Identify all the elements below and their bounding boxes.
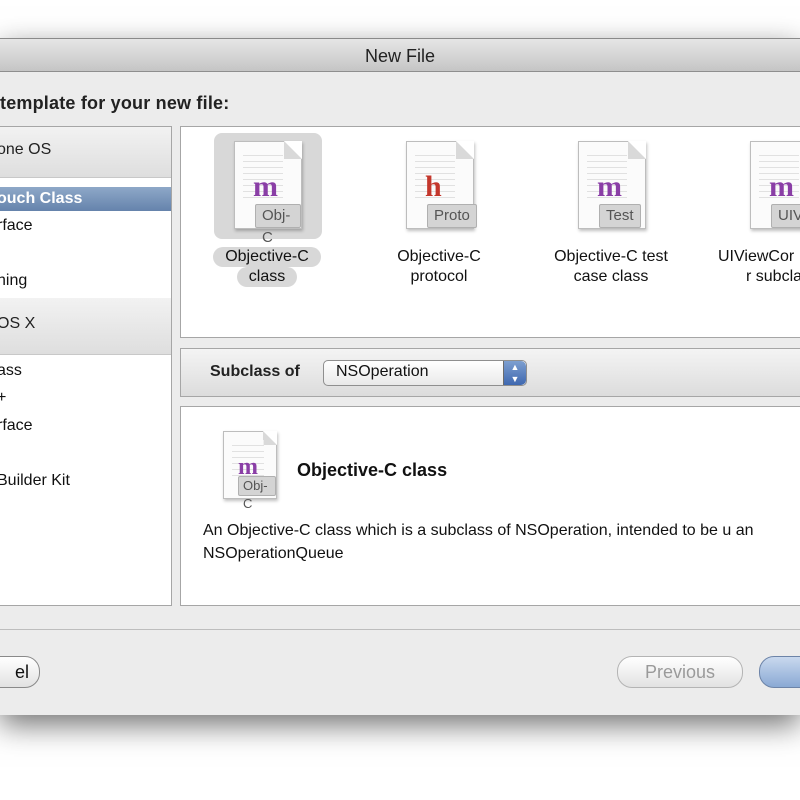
template-objective-c-test-case-class[interactable]: m Test Objective-C test case class: [536, 127, 686, 327]
subclass-popup-button[interactable]: NSOperation ▲ ▼: [323, 360, 527, 386]
sidebar-item-cocoa-class[interactable]: ass: [0, 359, 171, 383]
next-button[interactable]: [759, 656, 800, 688]
sidebar-section-mac-os-x: OS X: [0, 298, 171, 355]
description-text: An Objective-C class which is a subclass…: [203, 522, 754, 562]
sidebar-item-interface-builder-kit[interactable]: Builder Kit: [0, 469, 171, 493]
popup-arrows-icon: ▲ ▼: [503, 361, 526, 385]
divider: [0, 629, 800, 630]
sidebar-item-cocoa-touch-class[interactable]: ouch Class: [0, 187, 171, 211]
template-objective-c-class[interactable]: m Obj-C Objective-C class: [192, 127, 342, 327]
template-badge: UIV: [771, 204, 800, 228]
sidebar-item-user-interface-mac[interactable]: rface: [0, 414, 171, 438]
document-icon: m Test: [578, 141, 646, 229]
subclass-selected-value: NSOperation: [336, 363, 429, 380]
description-icon-badge: Obj-C: [238, 476, 276, 511]
sidebar-item-code-signing[interactable]: hing: [0, 269, 171, 293]
template-label: UIViewCor r subcla: [718, 248, 800, 285]
sidebar-item-c-and-cpp[interactable]: +: [0, 386, 171, 410]
sidebar-item-label: rface: [0, 417, 33, 434]
template-category-sidebar: one OS ouch Class rface hing OS X ass + …: [0, 126, 172, 606]
template-letter: m: [597, 170, 622, 203]
template-label: Objective-C test case class: [554, 248, 668, 285]
template-objective-c-protocol[interactable]: h Proto Objective-C protocol: [364, 127, 514, 327]
sidebar-item-label: ouch Class: [0, 190, 83, 207]
template-badge: Obj-C: [255, 204, 301, 246]
new-file-dialog: New File template for your new file: one…: [0, 38, 800, 715]
sidebar-section-label: OS X: [0, 315, 36, 332]
template-letter: m: [769, 170, 794, 203]
document-icon: m UIV: [750, 141, 800, 229]
template-label: Objective-C class: [192, 247, 342, 287]
sidebar-section-label: one OS: [0, 141, 52, 158]
window-title: New File: [364, 46, 435, 66]
sidebar-section-iphone-os: one OS: [0, 127, 171, 178]
document-icon: m Obj-C: [234, 141, 302, 246]
document-icon: h Proto: [406, 141, 477, 229]
document-icon: m Obj-C: [223, 431, 277, 511]
subclass-label: Subclass of: [210, 363, 300, 380]
description-title: Objective-C class: [297, 460, 448, 480]
template-prompt: template for your new file:: [0, 93, 230, 113]
sidebar-item-label: rface: [0, 217, 33, 234]
subclass-options-bar: Subclass of NSOperation ▲ ▼: [180, 348, 800, 397]
template-letter: h: [425, 170, 442, 203]
sidebar-item-label: hing: [0, 272, 28, 289]
sidebar-item-user-interface[interactable]: rface: [0, 214, 171, 238]
template-grid: m Obj-C Objective-C class h Proto Object…: [180, 126, 800, 338]
template-badge: Proto: [427, 204, 477, 228]
template-label: Objective-C protocol: [397, 248, 481, 285]
template-description-panel: m Obj-C Objective-C class An Objective-C…: [180, 406, 800, 606]
previous-button[interactable]: Previous: [617, 656, 743, 688]
template-letter: m: [253, 170, 278, 203]
template-badge: Test: [599, 204, 641, 228]
title-bar[interactable]: New File: [0, 39, 800, 72]
sidebar-item-label: +: [0, 386, 6, 410]
cancel-button[interactable]: el: [0, 656, 40, 688]
template-uiviewcontroller-subclass[interactable]: m UIV UIViewCor r subcla: [708, 127, 800, 327]
sidebar-item-label: ass: [0, 362, 22, 379]
sidebar-item-label: Builder Kit: [0, 472, 70, 489]
